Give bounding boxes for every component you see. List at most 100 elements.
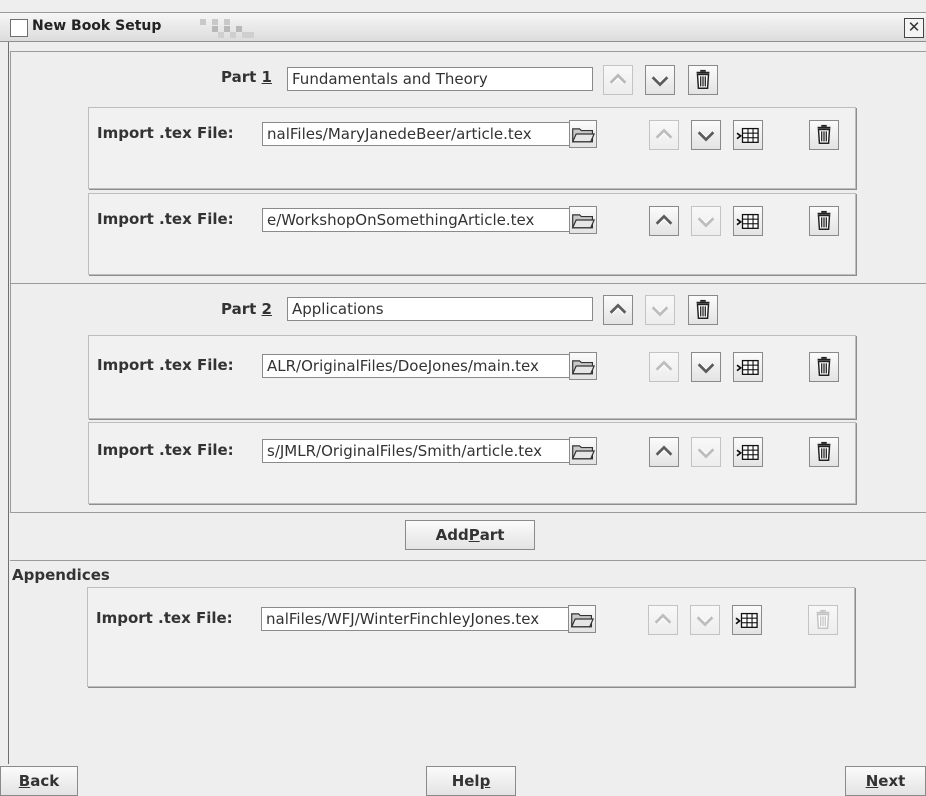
arrow-down-icon <box>695 210 717 232</box>
tex-path-input[interactable]: e/WorkshopOnSomethingArticle.tex <box>262 208 570 232</box>
folder-icon <box>571 440 595 462</box>
folder-icon <box>570 608 594 630</box>
arrow-down-icon <box>695 124 717 146</box>
trash-icon <box>813 356 835 378</box>
part-1-move-up-button[interactable] <box>603 65 633 95</box>
insert-table-button[interactable] <box>733 437 763 467</box>
move-down-button[interactable] <box>691 437 721 467</box>
file-row: Import .tex File: s/JMLR/OriginalFiles/S… <box>88 422 856 504</box>
part-2-move-up-button[interactable] <box>603 295 633 325</box>
part-number: 2 <box>261 300 272 318</box>
part-1-move-down-button[interactable] <box>645 65 675 95</box>
part-2-panel: Part 2 Applications Import .tex File: AL… <box>10 283 926 513</box>
trash-icon <box>813 441 835 463</box>
tex-path-input[interactable]: s/JMLR/OriginalFiles/Smith/article.tex <box>262 439 570 463</box>
arrow-down-icon <box>649 69 671 91</box>
file-row: Import .tex File: ALR/OriginalFiles/DoeJ… <box>88 335 856 419</box>
arrow-up-icon <box>653 210 675 232</box>
title-bar: New Book Setup ✕ <box>0 12 926 42</box>
insert-table-button[interactable] <box>733 206 763 236</box>
part-2-delete-button[interactable] <box>688 295 718 325</box>
arrow-down-icon <box>649 299 671 321</box>
move-up-button[interactable] <box>649 437 679 467</box>
arrow-up-icon <box>607 69 629 91</box>
insert-table-button[interactable] <box>733 120 763 150</box>
next-label: ext <box>878 772 906 790</box>
browse-button[interactable] <box>569 437 597 465</box>
title-decoration <box>200 15 262 39</box>
part-1-label: Part 1 <box>221 68 272 86</box>
import-label: Import .tex File: <box>96 609 233 627</box>
arrow-down-icon <box>695 441 717 463</box>
trash-icon <box>812 609 834 631</box>
insert-table-button[interactable] <box>732 605 762 635</box>
delete-file-button[interactable] <box>809 120 839 150</box>
arrow-up-icon <box>653 356 675 378</box>
table-icon <box>735 210 761 232</box>
tex-path-input[interactable]: ALR/OriginalFiles/DoeJones/main.tex <box>262 354 570 378</box>
move-down-button[interactable] <box>691 120 721 150</box>
window-menu-box[interactable] <box>10 19 28 37</box>
next-mnemonic: N <box>865 772 879 790</box>
delete-file-button[interactable] <box>809 437 839 467</box>
help-button[interactable]: Hel p <box>426 766 516 796</box>
browse-button[interactable] <box>569 120 597 148</box>
move-up-button[interactable] <box>649 352 679 382</box>
arrow-down-icon <box>694 609 716 631</box>
move-down-button[interactable] <box>690 605 720 635</box>
delete-file-button[interactable] <box>808 605 838 635</box>
trash-icon <box>692 299 714 321</box>
back-mnemonic: B <box>18 772 31 790</box>
folder-icon <box>571 123 595 145</box>
import-label: Import .tex File: <box>97 210 234 228</box>
folder-icon <box>571 209 595 231</box>
folder-icon <box>571 355 595 377</box>
move-up-button[interactable] <box>649 120 679 150</box>
next-button[interactable]: Next <box>845 766 926 796</box>
add-part-button[interactable]: Add Part <box>405 520 535 550</box>
add-part-mnemonic: P <box>468 526 480 544</box>
file-row: Import .tex File: nalFiles/MaryJanedeBee… <box>88 107 856 189</box>
part-1-title-input[interactable]: Fundamentals and Theory <box>287 67 593 91</box>
arrow-up-icon <box>653 441 675 463</box>
add-part-label-rest: art <box>479 526 505 544</box>
back-button[interactable]: Back <box>0 766 78 796</box>
insert-table-button[interactable] <box>733 352 763 382</box>
delete-file-button[interactable] <box>809 206 839 236</box>
browse-button[interactable] <box>569 206 597 234</box>
part-1-panel: Part 1 Fundamentals and Theory Import .t… <box>10 51 926 284</box>
move-up-button[interactable] <box>649 206 679 236</box>
trash-icon <box>692 69 714 91</box>
move-down-button[interactable] <box>691 206 721 236</box>
close-icon[interactable]: ✕ <box>904 18 924 38</box>
part-label-text: Part <box>221 68 257 86</box>
appendices-divider <box>10 560 926 561</box>
help-mnemonic: p <box>479 772 491 790</box>
tex-path-input[interactable]: nalFiles/MaryJanedeBeer/article.tex <box>262 122 570 146</box>
help-label: Hel <box>451 772 480 790</box>
move-up-button[interactable] <box>648 605 678 635</box>
part-1-delete-button[interactable] <box>688 65 718 95</box>
import-label: Import .tex File: <box>97 124 234 142</box>
arrow-down-icon <box>695 356 717 378</box>
part-2-move-down-button[interactable] <box>645 295 675 325</box>
import-label: Import .tex File: <box>97 441 234 459</box>
part-2-label: Part 2 <box>221 300 272 318</box>
appendix-file-row: Import .tex File: nalFiles/WFJ/WinterFin… <box>87 587 855 687</box>
trash-icon <box>813 124 835 146</box>
delete-file-button[interactable] <box>809 352 839 382</box>
part-label-text: Part <box>221 300 257 318</box>
table-icon <box>734 609 760 631</box>
file-row: Import .tex File: e/WorkshopOnSomethingA… <box>88 193 856 275</box>
import-label: Import .tex File: <box>97 356 234 374</box>
table-icon <box>735 441 761 463</box>
browse-button[interactable] <box>568 605 596 633</box>
move-down-button[interactable] <box>691 352 721 382</box>
add-part-label: Add <box>435 526 469 544</box>
tex-path-input[interactable]: nalFiles/WFJ/WinterFinchleyJones.tex <box>261 607 569 631</box>
browse-button[interactable] <box>569 352 597 380</box>
part-2-title-input[interactable]: Applications <box>287 297 593 321</box>
back-label: ack <box>30 772 60 790</box>
arrow-up-icon <box>607 299 629 321</box>
window-title: New Book Setup <box>32 18 162 34</box>
